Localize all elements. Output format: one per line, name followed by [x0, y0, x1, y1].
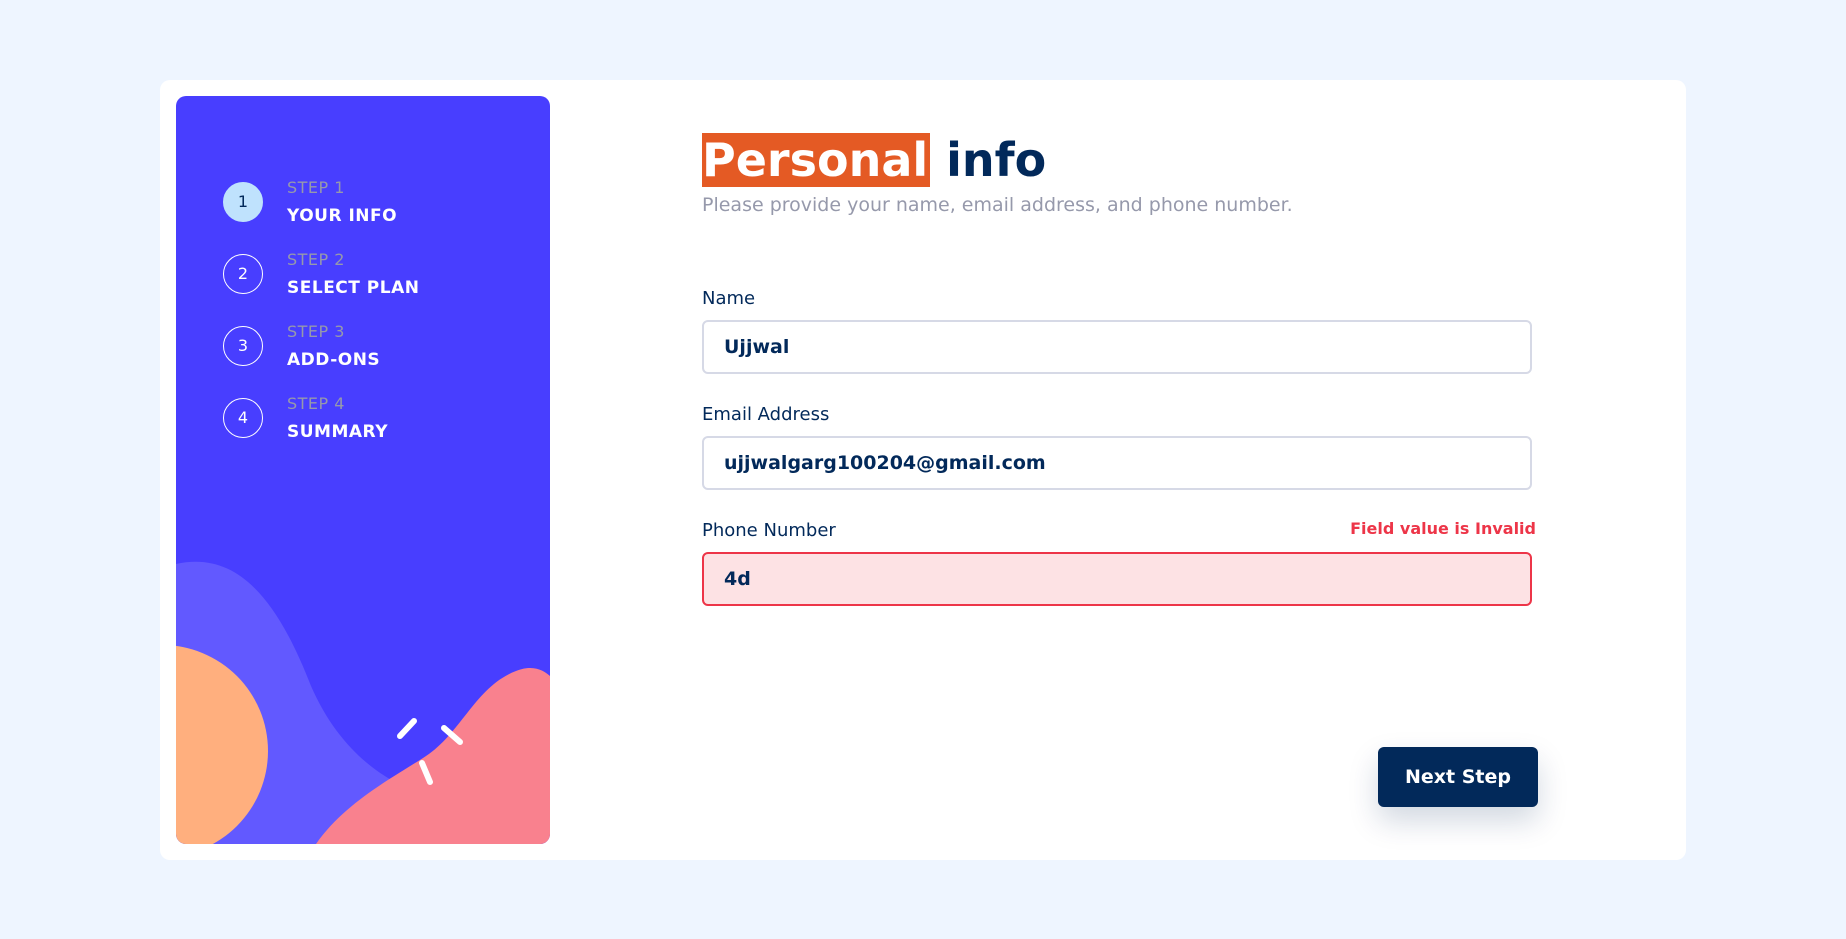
email-input[interactable]: [702, 436, 1532, 490]
step-sub-label: STEP 4: [287, 394, 345, 413]
step-number-badge: 2: [223, 254, 263, 294]
page-subtitle: Please provide your name, email address,…: [702, 194, 1293, 216]
step-title: SELECT PLAN: [287, 278, 420, 298]
title-rest: info: [930, 133, 1047, 187]
step-summary[interactable]: 4 STEP 4 SUMMARY: [223, 394, 523, 450]
sparkle-line: [397, 718, 417, 739]
phone-error-message: Field value is Invalid: [1350, 519, 1536, 538]
name-label: Name: [702, 288, 756, 309]
page-title: Personal info: [702, 132, 1046, 188]
step-sub-label: STEP 1: [287, 178, 345, 197]
step-number-badge: 1: [223, 182, 263, 222]
step-sub-label: STEP 2: [287, 250, 345, 269]
step-title: YOUR INFO: [287, 206, 398, 226]
step-your-info[interactable]: 1 STEP 1 YOUR INFO: [223, 178, 523, 234]
form-card: 1 STEP 1 YOUR INFO 2 STEP 2 SELECT PLAN …: [160, 80, 1686, 860]
email-label: Email Address: [702, 404, 830, 425]
title-highlight: Personal: [702, 133, 931, 187]
step-add-ons[interactable]: 3 STEP 3 ADD-ONS: [223, 322, 523, 378]
step-sub-label: STEP 3: [287, 322, 345, 341]
name-input[interactable]: [702, 320, 1532, 374]
next-step-button[interactable]: Next Step: [1378, 747, 1538, 807]
step-select-plan[interactable]: 2 STEP 2 SELECT PLAN: [223, 250, 523, 306]
phone-input[interactable]: [702, 552, 1532, 606]
sidebar: 1 STEP 1 YOUR INFO 2 STEP 2 SELECT PLAN …: [176, 96, 550, 844]
step-title: SUMMARY: [287, 422, 389, 442]
step-title: ADD-ONS: [287, 350, 381, 370]
step-number-badge: 3: [223, 326, 263, 366]
step-number-badge: 4: [223, 398, 263, 438]
phone-label: Phone Number: [702, 520, 836, 541]
